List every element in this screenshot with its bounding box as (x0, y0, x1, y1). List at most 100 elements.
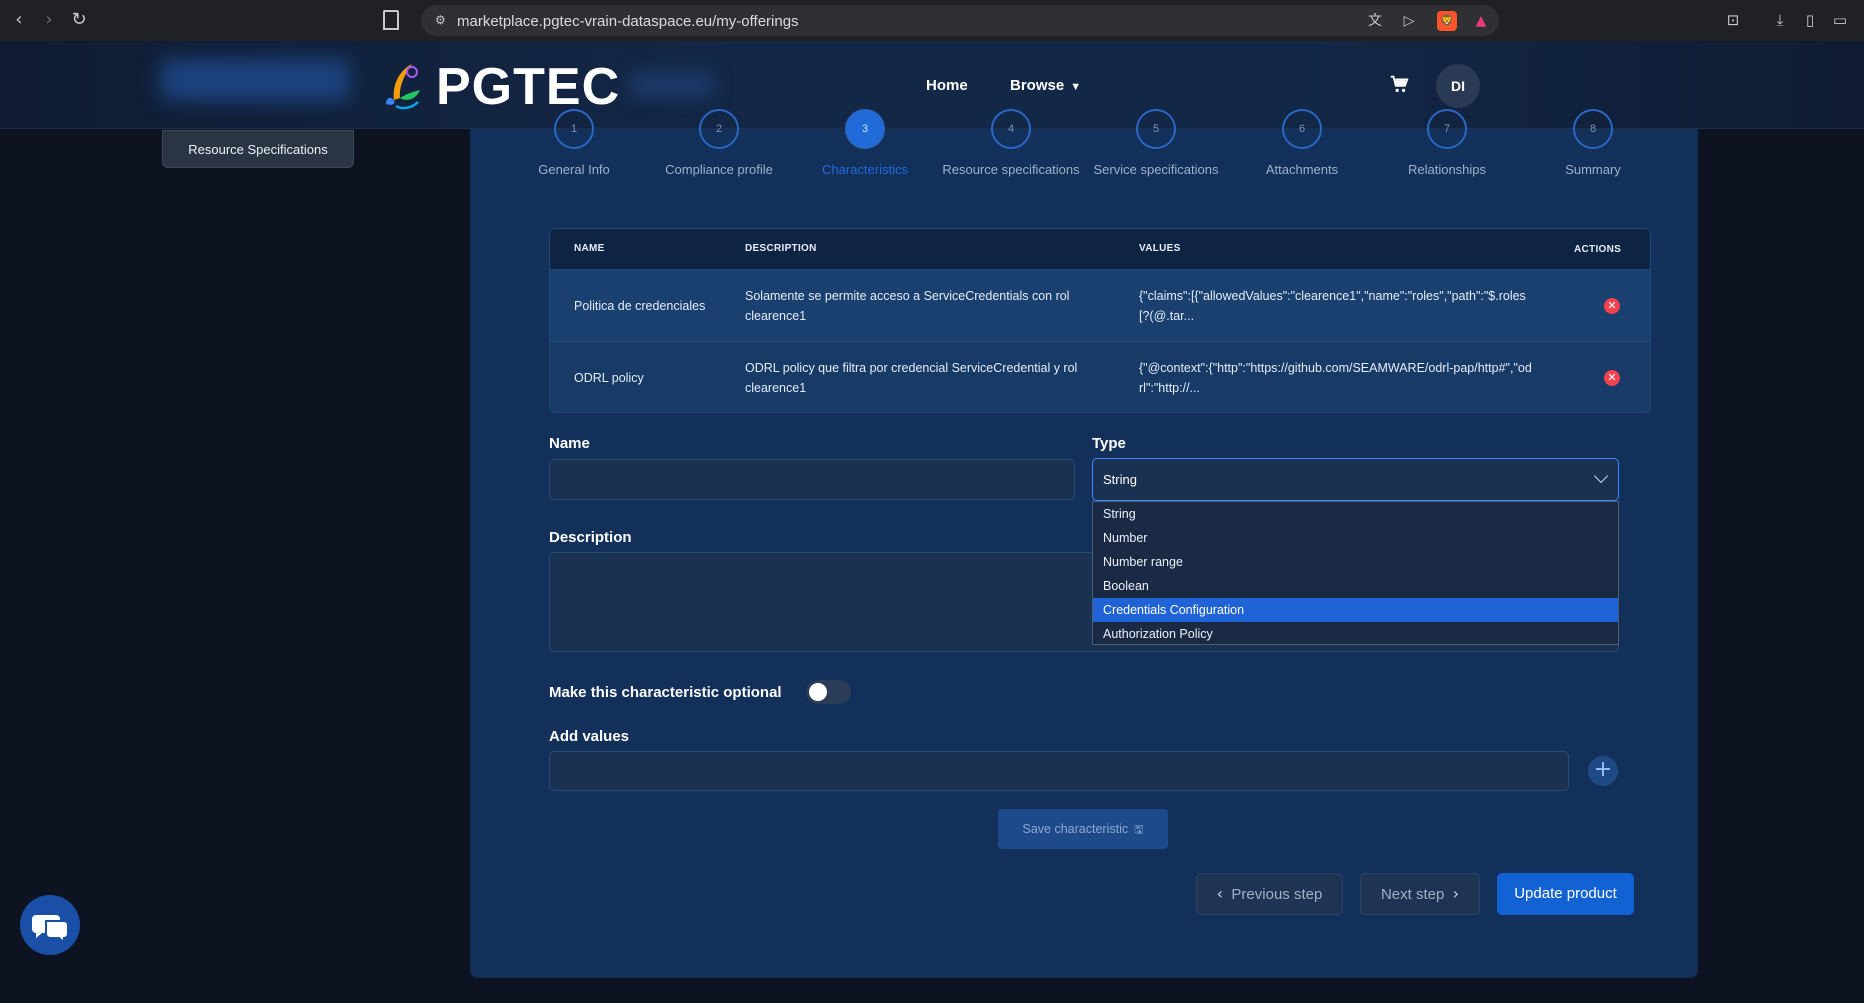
name-label: Name (549, 435, 590, 452)
column-header-actions: ACTIONS (1574, 243, 1622, 255)
step-compliance-profile[interactable]: 2 Compliance profile (665, 109, 773, 177)
add-values-input[interactable] (549, 751, 1569, 791)
cell-description: ODRL policy que filtra por credencial Se… (745, 360, 1078, 395)
step-summary[interactable]: 8 Summary (1565, 109, 1621, 177)
forward-icon[interactable]: › (38, 9, 60, 31)
translate-icon[interactable]: 文 (1365, 11, 1385, 31)
option-credentials-configuration[interactable]: Credentials Configuration (1093, 598, 1618, 622)
next-step-label: Next step (1380, 886, 1445, 903)
add-values-label: Add values (549, 728, 630, 745)
url-text[interactable]: marketplace.pgtec-vrain-dataspace.eu/my-… (457, 13, 799, 30)
floppy-disk-icon: 🖫 (1134, 823, 1144, 836)
cell-name: Politica de credenciales (574, 298, 706, 313)
update-product-button[interactable]: Update product (1497, 873, 1634, 915)
step-number: 8 (1573, 109, 1613, 149)
type-dropdown-list: String Number Number range Boolean Crede… (1092, 501, 1619, 645)
chevron-down-icon: ▼ (1070, 81, 1082, 93)
delete-icon[interactable]: ✕ (1604, 369, 1620, 386)
address-bar[interactable]: ⚙ marketplace.pgtec-vrain-dataspace.eu/m… (383, 5, 1499, 36)
previous-step-button[interactable]: ‹ Previous step (1196, 873, 1343, 915)
step-label: Compliance profile (665, 162, 773, 177)
send-icon[interactable]: ▷ (1399, 11, 1419, 31)
step-label: Relationships (1407, 162, 1487, 177)
optional-toggle[interactable] (806, 680, 851, 704)
nav-browse[interactable]: Browse ▼ (1010, 77, 1081, 94)
nav-browse-label: Browse (1010, 77, 1065, 94)
cart-icon[interactable] (1388, 73, 1410, 95)
step-label: Characteristics (822, 162, 908, 177)
column-header-description: DESCRIPTION (745, 243, 817, 254)
chevron-left-icon: ‹ (1216, 884, 1224, 903)
step-number: 1 (554, 109, 594, 149)
previous-step-label: Previous step (1231, 886, 1323, 903)
save-characteristic-button[interactable]: Save characteristic 🖫 (998, 809, 1168, 849)
toggle-knob (809, 683, 827, 701)
step-label: Service specifications (1093, 162, 1219, 177)
cell-values: {"claims":[{"allowedValues":"clearence1"… (1139, 288, 1526, 323)
add-value-button[interactable]: + (1588, 756, 1618, 786)
chat-icon (32, 915, 69, 945)
column-header-name: NAME (574, 243, 605, 254)
screenshot-icon[interactable]: ⊡ (1723, 10, 1743, 30)
option-number[interactable]: Number (1093, 526, 1618, 550)
step-resource-specifications[interactable]: 4 Resource specifications (942, 109, 1080, 177)
chat-button[interactable] (20, 895, 80, 955)
step-number: 3 (845, 109, 885, 149)
brand-name: PGTEC (436, 58, 621, 116)
table-row: Politica de credenciales Solamente se pe… (550, 269, 1650, 341)
step-label: General Info (538, 162, 610, 177)
sidebar-icon[interactable]: ▯ (1800, 10, 1820, 30)
name-input[interactable] (549, 459, 1075, 500)
brand-logo[interactable]: PGTEC (382, 57, 620, 117)
chevron-right-icon: › (1452, 884, 1460, 903)
column-header-values: VALUES (1139, 243, 1181, 254)
bookmark-icon[interactable] (383, 10, 399, 30)
table-header: NAME DESCRIPTION VALUES ACTIONS (550, 229, 1650, 269)
step-label: Summary (1565, 162, 1621, 177)
step-number: 2 (699, 109, 739, 149)
step-characteristics[interactable]: 3 Characteristics (822, 109, 908, 177)
step-number: 4 (991, 109, 1031, 149)
step-label: Attachments (1265, 162, 1339, 177)
avatar[interactable]: DI (1436, 64, 1480, 108)
brave-shields-icon[interactable]: 🦁 (1437, 11, 1457, 31)
step-label: Resource specifications (942, 162, 1080, 177)
option-boolean[interactable]: Boolean (1093, 574, 1618, 598)
type-select-value: String (1103, 472, 1137, 487)
pgtec-logo-icon (386, 64, 420, 110)
sidebar-item-resource-specifications[interactable]: Resource Specifications (162, 130, 354, 168)
next-step-button[interactable]: Next step › (1360, 873, 1480, 915)
step-service-specifications[interactable]: 5 Service specifications (1094, 109, 1219, 177)
blurred-text (630, 71, 715, 99)
step-attachments[interactable]: 6 Attachments (1266, 109, 1338, 177)
optional-label: Make this characteristic optional (549, 684, 782, 701)
nav-home[interactable]: Home (926, 77, 968, 94)
reload-icon[interactable]: ↻ (68, 9, 90, 31)
site-info-icon[interactable]: ⚙ (435, 13, 449, 27)
option-number-range[interactable]: Number range (1093, 550, 1618, 574)
cell-actions: ✕ (1586, 297, 1620, 314)
brave-rewards-icon[interactable]: ▲ (1471, 11, 1491, 31)
cell-actions: ✕ (1586, 369, 1620, 386)
type-label: Type (1092, 435, 1126, 452)
delete-icon[interactable]: ✕ (1604, 297, 1620, 314)
back-icon[interactable]: ‹ (8, 9, 30, 31)
cell-name: ODRL policy (574, 370, 644, 385)
cell-values: {"@context":{"http":"https://github.com/… (1139, 360, 1532, 395)
blurred-logo (160, 59, 350, 101)
save-characteristic-label: Save characteristic (1022, 822, 1129, 836)
option-string[interactable]: String (1093, 502, 1618, 526)
wallet-icon[interactable]: ▭ (1830, 10, 1850, 30)
browser-toolbar: ‹ › ↻ ⚙ marketplace.pgtec-vrain-dataspac… (0, 0, 1864, 41)
step-relationships[interactable]: 7 Relationships (1408, 109, 1486, 177)
step-general-info[interactable]: 1 General Info (538, 109, 610, 177)
step-number: 6 (1282, 109, 1322, 149)
table-row: ODRL policy ODRL policy que filtra por c… (550, 341, 1650, 412)
type-select[interactable]: String (1092, 458, 1619, 501)
step-number: 5 (1136, 109, 1176, 149)
chevron-down-icon (1593, 468, 1609, 484)
characteristics-table: NAME DESCRIPTION VALUES ACTIONS Politica… (549, 228, 1651, 413)
download-icon[interactable]: ⤓ (1770, 10, 1790, 30)
cell-description: Solamente se permite acceso a ServiceCre… (745, 288, 1070, 323)
option-authorization-policy[interactable]: Authorization Policy (1093, 622, 1618, 646)
